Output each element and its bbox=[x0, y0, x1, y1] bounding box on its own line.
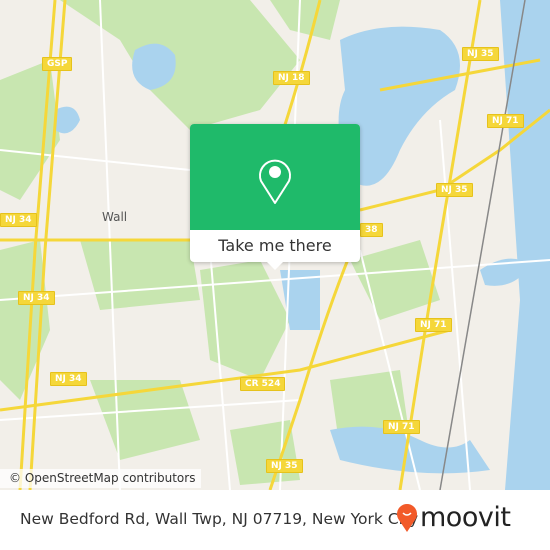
road-shield: 38 bbox=[360, 223, 383, 237]
map[interactable]: Wall GSP NJ 18 NJ 35 NJ 71 NJ 35 38 NJ 3… bbox=[0, 0, 550, 490]
road-shield: NJ 35 bbox=[436, 183, 473, 197]
popup-header bbox=[190, 124, 360, 230]
map-pin-icon bbox=[259, 159, 291, 204]
road-shield: NJ 35 bbox=[266, 459, 303, 473]
address-text: New Bedford Rd, Wall Twp, NJ 07719, New … bbox=[20, 510, 419, 528]
footer: New Bedford Rd, Wall Twp, NJ 07719, New … bbox=[0, 490, 550, 550]
road-shield: NJ 71 bbox=[383, 420, 420, 434]
road-shield: NJ 35 bbox=[462, 47, 499, 61]
road-shield: NJ 18 bbox=[273, 71, 310, 85]
place-label-wall: Wall bbox=[102, 210, 128, 224]
road-shield: CR 524 bbox=[240, 377, 286, 391]
take-me-there-button[interactable]: Take me there bbox=[190, 230, 360, 262]
map-attribution[interactable]: © OpenStreetMap contributors bbox=[0, 469, 202, 488]
road-shield: NJ 71 bbox=[415, 318, 452, 332]
road-shield: NJ 34 bbox=[0, 213, 37, 227]
moovit-logo[interactable]: moovit bbox=[396, 502, 511, 533]
moovit-logo-text: moovit bbox=[420, 502, 511, 533]
road-shield: NJ 71 bbox=[487, 114, 524, 128]
popup-pointer bbox=[267, 262, 283, 270]
road-shield: NJ 34 bbox=[50, 372, 87, 386]
location-popup: Take me there bbox=[190, 124, 360, 270]
moovit-pin-icon bbox=[397, 503, 417, 532]
road-shield: NJ 34 bbox=[18, 291, 55, 305]
road-shield: GSP bbox=[42, 57, 73, 71]
